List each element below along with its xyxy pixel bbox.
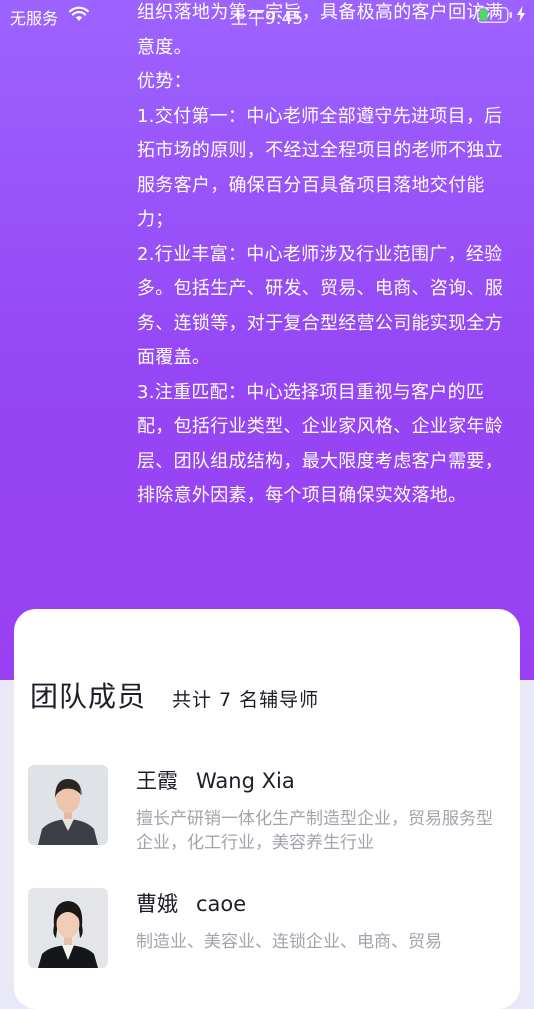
avatar-portrait-icon [28,888,108,968]
team-card: 团队成员 共计 7 名辅导师 王霞 Wang Xia 擅长产研销一体化生产制造型企… [14,609,520,1009]
avatar [28,765,108,845]
battery-icon [477,7,512,23]
charging-icon [517,6,525,22]
status-time: 上午9:45 [230,9,304,29]
member-name-cn: 王霞 [136,769,178,793]
member-name: 王霞 Wang Xia [136,765,295,795]
avatar [28,888,108,968]
member-name-en: caoe [196,892,247,916]
member-name-en: Wang Xia [196,769,295,793]
member-description: 擅长产研销一体化生产制造型企业，贸易服务型企业，化工行业，美容养生行业 [136,809,493,853]
team-count: 共计 7 名辅导师 [172,689,320,711]
member-description: 制造业、美容业、连锁企业、电商、贸易 [136,932,442,952]
team-header: 团队成员 共计 7 名辅导师 [30,675,319,715]
avatar-portrait-icon [28,765,108,845]
team-title: 团队成员 [30,680,147,713]
member-name-cn: 曹娥 [136,892,178,916]
intro-text: 组织落地为第一宗旨，具备极高的客户回访满意度。 优势： 1.交付第一：中心老师全… [137,0,509,514]
member-name: 曹娥 caoe [136,888,246,918]
intro-paragraph: 2.行业丰富：中心老师涉及行业范围广，经验多。包括生产、研发、贸易、电商、咨询、… [137,243,503,369]
status-bar: 无服务 上午9:45 [0,0,534,30]
intro-paragraph: 1.交付第一：中心老师全部遵守先进项目，后拓市场的原则，不经过全程项目的老师不独… [137,105,503,231]
intro-paragraph: 3.注重匹配：中心选择项目重视与客户的匹配，包括行业类型、企业家风格、企业家年龄… [137,381,503,507]
advantages-heading: 优势： [137,71,192,92]
